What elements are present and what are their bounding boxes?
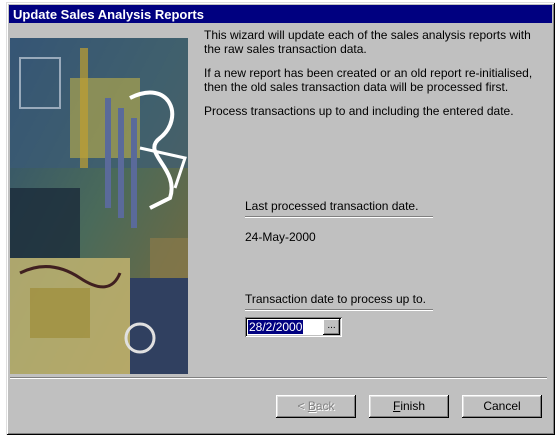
back-button-rest: ack [315,399,335,413]
last-processed-divider [245,216,433,218]
wizard-banner-image [10,38,188,374]
banner-artwork [10,38,188,374]
last-processed-value: 24-May-2000 [245,230,316,244]
window-title: Update Sales Analysis Reports [13,7,204,22]
back-button-prefix: < [297,399,308,413]
button-separator [10,377,547,379]
finish-button-rest: inish [400,399,426,413]
title-bar[interactable]: Update Sales Analysis Reports [9,5,552,23]
intro-paragraph-2: If a new report has been created or an o… [204,66,533,94]
finish-button[interactable]: Finish [369,395,449,418]
back-button[interactable]: < Back [276,395,356,418]
process-up-to-label: Transaction date to process up to. [245,292,426,306]
last-processed-label: Last processed transaction date. [245,199,419,213]
transaction-date-value[interactable]: 28/2/2000 [248,320,304,334]
intro-paragraph-3: Process transactions up to and including… [204,104,514,118]
process-up-to-divider [245,309,433,311]
intro-paragraph-1: This wizard will update each of the sale… [204,28,531,56]
back-button-accel: B [307,399,316,413]
intro-text: This wizard will update each of the sale… [204,28,544,128]
cancel-button[interactable]: Cancel [462,395,542,418]
date-picker-button[interactable]: ... [323,319,340,335]
